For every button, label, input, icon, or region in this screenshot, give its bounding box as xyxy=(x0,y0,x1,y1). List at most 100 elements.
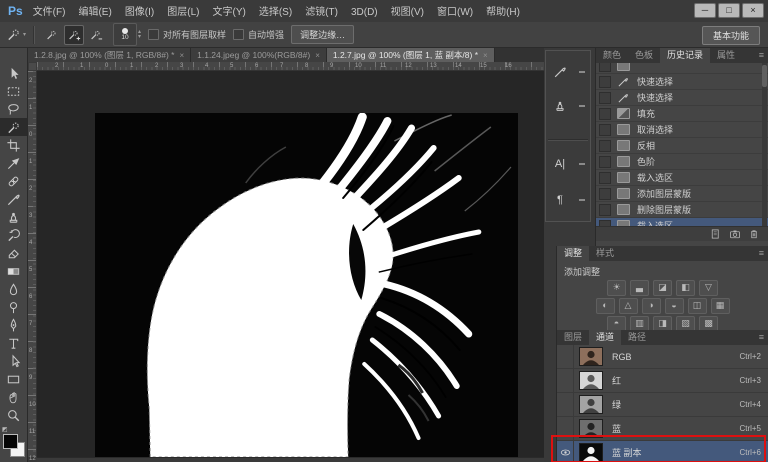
menu-item-7[interactable]: 3D(D) xyxy=(351,7,378,18)
pen-tool[interactable] xyxy=(0,316,27,334)
channels-tab-1[interactable]: 通道 xyxy=(589,330,621,345)
new-document-from-state-icon[interactable] xyxy=(710,228,722,240)
close-button[interactable]: × xyxy=(742,3,764,18)
subtract-from-selection-button[interactable] xyxy=(86,25,106,45)
menu-item-5[interactable]: 选择(S) xyxy=(259,7,292,18)
menu-item-6[interactable]: 滤镜(T) xyxy=(305,7,338,18)
eraser-tool[interactable] xyxy=(0,244,27,262)
tool-preset-picker[interactable]: ▾ xyxy=(6,27,26,42)
visibility-well[interactable] xyxy=(557,369,574,392)
tab-close-icon[interactable]: × xyxy=(315,51,320,60)
history-tab-0[interactable]: 颜色 xyxy=(596,48,628,63)
panel-expand-handle[interactable] xyxy=(579,163,585,165)
panel-menu-icon[interactable]: ≡ xyxy=(759,246,764,261)
channels-tab-0[interactable]: 图层 xyxy=(557,330,589,345)
menu-item-2[interactable]: 图像(I) xyxy=(125,7,154,18)
history-item[interactable]: 反相 xyxy=(596,138,768,154)
history-item[interactable]: 添加图层蒙版 xyxy=(596,186,768,202)
channel-mixer-icon[interactable]: ◫ xyxy=(688,298,707,314)
history-item[interactable]: 取消选择 xyxy=(596,122,768,138)
new-selection-button[interactable] xyxy=(42,25,62,45)
auto-enhance-option[interactable]: 自动增强 xyxy=(233,28,284,41)
history-source-well[interactable] xyxy=(599,220,611,227)
history-source-well[interactable] xyxy=(599,124,611,136)
rectangle-tool[interactable] xyxy=(0,370,27,388)
visibility-well[interactable] xyxy=(557,393,574,416)
minimize-button[interactable]: ─ xyxy=(694,3,716,18)
history-source-well[interactable] xyxy=(599,76,611,88)
menu-item-9[interactable]: 窗口(W) xyxy=(437,7,473,18)
curves-icon[interactable]: ◪ xyxy=(653,280,672,296)
panel-expand-handle[interactable] xyxy=(579,105,585,107)
color-lookup-icon[interactable]: ▦ xyxy=(711,298,730,314)
history-source-well[interactable] xyxy=(599,172,611,184)
canvas-area[interactable] xyxy=(37,71,544,457)
panel-menu-icon[interactable]: ≡ xyxy=(759,330,764,345)
menu-item-3[interactable]: 图层(L) xyxy=(167,7,199,18)
black-white-icon[interactable]: ◑ xyxy=(642,298,661,314)
color-balance-icon[interactable]: △ xyxy=(619,298,638,314)
zoom-tool[interactable] xyxy=(0,406,27,424)
channel-row[interactable]: 绿Ctrl+4 xyxy=(557,393,768,417)
brush-size-spinner[interactable]: ▴▾ xyxy=(138,30,141,40)
paragraph-panel-button[interactable]: ¶ xyxy=(546,187,590,213)
document-tab-0[interactable]: 1.2.8.jpg @ 100% (图层 1, RGB/8#) *× xyxy=(28,48,191,62)
clone-source-button[interactable] xyxy=(546,93,590,119)
default-colors-icon[interactable]: ◩ xyxy=(2,426,8,433)
history-source-well[interactable] xyxy=(599,92,611,104)
history-brush-tool[interactable] xyxy=(0,226,27,244)
history-source-well[interactable] xyxy=(599,140,611,152)
history-tab-3[interactable]: 属性 xyxy=(710,48,742,63)
character-panel-button[interactable]: A| xyxy=(546,151,590,177)
eye-icon[interactable] xyxy=(557,441,574,462)
document-tab-1[interactable]: 1.1.24.jpeg @ 100%(RGB/8#)× xyxy=(191,48,327,62)
history-scrollbar[interactable] xyxy=(762,63,767,226)
menu-item-0[interactable]: 文件(F) xyxy=(33,7,66,18)
history-item[interactable]: 载入选区 xyxy=(596,218,768,226)
photo-filter-icon[interactable]: ◒ xyxy=(665,298,684,314)
visibility-well[interactable] xyxy=(557,417,574,440)
workspace-switcher-button[interactable]: 基本功能 xyxy=(702,26,760,45)
auto-enhance-checkbox[interactable] xyxy=(233,29,244,40)
history-source-well[interactable] xyxy=(599,204,611,216)
history-tab-1[interactable]: 色板 xyxy=(628,48,660,63)
eyedropper-tool[interactable] xyxy=(0,154,27,172)
tab-close-icon[interactable]: × xyxy=(179,51,184,60)
panel-menu-icon[interactable]: ≡ xyxy=(759,48,764,63)
brush-presets-button[interactable] xyxy=(546,59,590,85)
blur-tool[interactable] xyxy=(0,280,27,298)
type-tool[interactable] xyxy=(0,334,27,352)
menu-item-8[interactable]: 视图(V) xyxy=(391,7,424,18)
document-tab-2[interactable]: 1.2.7.jpg @ 100% (图层 1, 蓝 副本/8) *× xyxy=(327,48,495,62)
panel-expand-handle[interactable] xyxy=(579,199,585,201)
quick-selection-tool[interactable] xyxy=(0,118,27,136)
adjustments-tab-0[interactable]: 调整 xyxy=(557,246,589,261)
hand-tool[interactable] xyxy=(0,388,27,406)
history-item[interactable]: 快速选择 xyxy=(596,90,768,106)
menu-item-4[interactable]: 文字(Y) xyxy=(213,7,246,18)
new-snapshot-icon[interactable] xyxy=(729,228,741,240)
history-tab-2[interactable]: 历史记录 xyxy=(660,48,710,63)
hue-saturation-icon[interactable]: ◐ xyxy=(596,298,615,314)
delete-state-icon[interactable] xyxy=(748,228,760,240)
brightness-contrast-icon[interactable]: ☀ xyxy=(607,280,626,296)
history-source-well[interactable] xyxy=(599,108,611,120)
brush-tool[interactable] xyxy=(0,190,27,208)
history-item[interactable]: 填充 xyxy=(596,106,768,122)
refine-edge-button[interactable]: 调整边缘… xyxy=(291,25,354,44)
adjustments-tab-1[interactable]: 样式 xyxy=(589,246,621,261)
dodge-tool[interactable] xyxy=(0,298,27,316)
rectangular-marquee-tool[interactable] xyxy=(0,82,27,100)
clone-stamp-tool[interactable] xyxy=(0,208,27,226)
menu-item-1[interactable]: 编辑(E) xyxy=(78,7,111,18)
history-source-well[interactable] xyxy=(599,188,611,200)
menu-item-10[interactable]: 帮助(H) xyxy=(486,7,520,18)
tab-close-icon[interactable]: × xyxy=(483,51,488,60)
channel-row[interactable]: 蓝Ctrl+5 xyxy=(557,417,768,441)
add-to-selection-button[interactable] xyxy=(64,25,84,45)
channels-tab-2[interactable]: 路径 xyxy=(621,330,653,345)
history-source-well[interactable] xyxy=(599,63,611,72)
vibrance-icon[interactable]: ▽ xyxy=(699,280,718,296)
crop-tool[interactable] xyxy=(0,136,27,154)
foreground-color-swatch[interactable] xyxy=(3,434,18,449)
